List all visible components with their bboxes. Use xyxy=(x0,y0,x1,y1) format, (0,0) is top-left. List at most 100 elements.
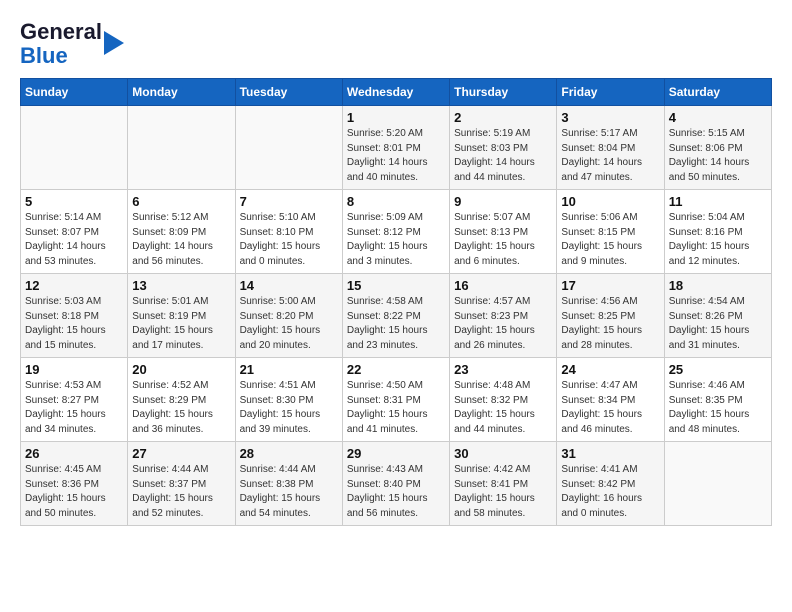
calendar-cell: 27 Sunrise: 4:44 AM Sunset: 8:37 PM Dayli… xyxy=(128,442,235,526)
calendar-header-row: SundayMondayTuesdayWednesdayThursdayFrid… xyxy=(21,79,772,106)
day-number: 4 xyxy=(669,110,767,125)
calendar-cell: 13 Sunrise: 5:01 AM Sunset: 8:19 PM Dayli… xyxy=(128,274,235,358)
calendar-cell: 18 Sunrise: 4:54 AM Sunset: 8:26 PM Dayli… xyxy=(664,274,771,358)
day-number: 12 xyxy=(25,278,123,293)
calendar-cell: 4 Sunrise: 5:15 AM Sunset: 8:06 PM Daylig… xyxy=(664,106,771,190)
calendar-cell: 6 Sunrise: 5:12 AM Sunset: 8:09 PM Daylig… xyxy=(128,190,235,274)
day-info: Sunrise: 5:20 AM Sunset: 8:01 PM Dayligh… xyxy=(347,127,445,185)
calendar-cell: 20 Sunrise: 4:52 AM Sunset: 8:29 PM Dayli… xyxy=(128,358,235,442)
day-header-wednesday: Wednesday xyxy=(342,79,449,106)
day-number: 5 xyxy=(25,194,123,209)
calendar-body: 1 Sunrise: 5:20 AM Sunset: 8:01 PM Daylig… xyxy=(21,106,772,526)
day-info: Sunrise: 4:43 AM Sunset: 8:40 PM Dayligh… xyxy=(347,463,445,521)
day-info: Sunrise: 5:07 AM Sunset: 8:13 PM Dayligh… xyxy=(454,211,552,269)
day-header-saturday: Saturday xyxy=(664,79,771,106)
day-info: Sunrise: 5:06 AM Sunset: 8:15 PM Dayligh… xyxy=(561,211,659,269)
day-number: 9 xyxy=(454,194,552,209)
day-number: 8 xyxy=(347,194,445,209)
day-info: Sunrise: 5:04 AM Sunset: 8:16 PM Dayligh… xyxy=(669,211,767,269)
day-number: 10 xyxy=(561,194,659,209)
calendar-cell: 25Sunrise: 4:46 AM Sunset: 8:35 PM Dayli… xyxy=(664,358,771,442)
calendar-week-3: 12 Sunrise: 5:03 AM Sunset: 8:18 PM Dayli… xyxy=(21,274,772,358)
calendar-cell: 7Sunrise: 5:10 AM Sunset: 8:10 PM Daylig… xyxy=(235,190,342,274)
calendar-cell xyxy=(21,106,128,190)
calendar-cell: 22Sunrise: 4:50 AM Sunset: 8:31 PM Dayli… xyxy=(342,358,449,442)
calendar-cell: 1 Sunrise: 5:20 AM Sunset: 8:01 PM Daylig… xyxy=(342,106,449,190)
day-number: 16 xyxy=(454,278,552,293)
calendar-cell: 30 Sunrise: 4:42 AM Sunset: 8:41 PM Dayli… xyxy=(450,442,557,526)
day-number: 15 xyxy=(347,278,445,293)
day-info: Sunrise: 4:44 AM Sunset: 8:38 PM Dayligh… xyxy=(240,463,338,521)
calendar-cell: 31 Sunrise: 4:41 AM Sunset: 8:42 PM Dayli… xyxy=(557,442,664,526)
day-number: 1 xyxy=(347,110,445,125)
calendar-cell: 28Sunrise: 4:44 AM Sunset: 8:38 PM Dayli… xyxy=(235,442,342,526)
page-header: General Blue xyxy=(20,20,772,68)
day-number: 21 xyxy=(240,362,338,377)
day-number: 2 xyxy=(454,110,552,125)
day-info: Sunrise: 5:09 AM Sunset: 8:12 PM Dayligh… xyxy=(347,211,445,269)
calendar-cell: 5 Sunrise: 5:14 AM Sunset: 8:07 PM Daylig… xyxy=(21,190,128,274)
logo-general: General xyxy=(20,19,102,44)
day-info: Sunrise: 5:03 AM Sunset: 8:18 PM Dayligh… xyxy=(25,295,123,353)
day-number: 30 xyxy=(454,446,552,461)
day-info: Sunrise: 4:47 AM Sunset: 8:34 PM Dayligh… xyxy=(561,379,659,437)
calendar-cell: 24Sunrise: 4:47 AM Sunset: 8:34 PM Dayli… xyxy=(557,358,664,442)
day-info: Sunrise: 4:44 AM Sunset: 8:37 PM Dayligh… xyxy=(132,463,230,521)
calendar-table: SundayMondayTuesdayWednesdayThursdayFrid… xyxy=(20,78,772,526)
day-info: Sunrise: 5:14 AM Sunset: 8:07 PM Dayligh… xyxy=(25,211,123,269)
logo-arrow-icon xyxy=(104,31,124,55)
day-number: 11 xyxy=(669,194,767,209)
calendar-cell: 17 Sunrise: 4:56 AM Sunset: 8:25 PM Dayli… xyxy=(557,274,664,358)
calendar-cell: 8 Sunrise: 5:09 AM Sunset: 8:12 PM Daylig… xyxy=(342,190,449,274)
calendar-week-4: 19 Sunrise: 4:53 AM Sunset: 8:27 PM Dayli… xyxy=(21,358,772,442)
calendar-cell xyxy=(664,442,771,526)
day-info: Sunrise: 5:01 AM Sunset: 8:19 PM Dayligh… xyxy=(132,295,230,353)
day-number: 27 xyxy=(132,446,230,461)
day-number: 7 xyxy=(240,194,338,209)
day-info: Sunrise: 5:15 AM Sunset: 8:06 PM Dayligh… xyxy=(669,127,767,185)
day-info: Sunrise: 4:53 AM Sunset: 8:27 PM Dayligh… xyxy=(25,379,123,437)
day-number: 26 xyxy=(25,446,123,461)
logo: General Blue xyxy=(20,20,124,68)
day-number: 3 xyxy=(561,110,659,125)
day-header-tuesday: Tuesday xyxy=(235,79,342,106)
day-number: 14 xyxy=(240,278,338,293)
day-number: 13 xyxy=(132,278,230,293)
day-info: Sunrise: 4:41 AM Sunset: 8:42 PM Dayligh… xyxy=(561,463,659,521)
calendar-cell: 14 Sunrise: 5:00 AM Sunset: 8:20 PM Dayli… xyxy=(235,274,342,358)
day-number: 22 xyxy=(347,362,445,377)
calendar-cell: 23Sunrise: 4:48 AM Sunset: 8:32 PM Dayli… xyxy=(450,358,557,442)
logo-blue: Blue xyxy=(20,43,68,68)
day-info: Sunrise: 4:57 AM Sunset: 8:23 PM Dayligh… xyxy=(454,295,552,353)
calendar-cell: 19 Sunrise: 4:53 AM Sunset: 8:27 PM Dayli… xyxy=(21,358,128,442)
day-info: Sunrise: 4:56 AM Sunset: 8:25 PM Dayligh… xyxy=(561,295,659,353)
calendar-cell: 10 Sunrise: 5:06 AM Sunset: 8:15 PM Dayli… xyxy=(557,190,664,274)
day-number: 17 xyxy=(561,278,659,293)
day-header-thursday: Thursday xyxy=(450,79,557,106)
calendar-cell: 15Sunrise: 4:58 AM Sunset: 8:22 PM Dayli… xyxy=(342,274,449,358)
calendar-cell: 29Sunrise: 4:43 AM Sunset: 8:40 PM Dayli… xyxy=(342,442,449,526)
day-number: 31 xyxy=(561,446,659,461)
day-info: Sunrise: 5:12 AM Sunset: 8:09 PM Dayligh… xyxy=(132,211,230,269)
day-info: Sunrise: 4:42 AM Sunset: 8:41 PM Dayligh… xyxy=(454,463,552,521)
day-info: Sunrise: 4:51 AM Sunset: 8:30 PM Dayligh… xyxy=(240,379,338,437)
day-number: 6 xyxy=(132,194,230,209)
day-info: Sunrise: 4:45 AM Sunset: 8:36 PM Dayligh… xyxy=(25,463,123,521)
calendar-cell: 16 Sunrise: 4:57 AM Sunset: 8:23 PM Dayli… xyxy=(450,274,557,358)
calendar-cell xyxy=(235,106,342,190)
calendar-cell xyxy=(128,106,235,190)
day-header-sunday: Sunday xyxy=(21,79,128,106)
day-number: 23 xyxy=(454,362,552,377)
day-header-friday: Friday xyxy=(557,79,664,106)
calendar-cell: 12 Sunrise: 5:03 AM Sunset: 8:18 PM Dayli… xyxy=(21,274,128,358)
day-info: Sunrise: 4:54 AM Sunset: 8:26 PM Dayligh… xyxy=(669,295,767,353)
calendar-cell: 11 Sunrise: 5:04 AM Sunset: 8:16 PM Dayli… xyxy=(664,190,771,274)
day-info: Sunrise: 4:52 AM Sunset: 8:29 PM Dayligh… xyxy=(132,379,230,437)
day-number: 19 xyxy=(25,362,123,377)
day-info: Sunrise: 5:19 AM Sunset: 8:03 PM Dayligh… xyxy=(454,127,552,185)
day-info: Sunrise: 5:00 AM Sunset: 8:20 PM Dayligh… xyxy=(240,295,338,353)
calendar-cell: 3Sunrise: 5:17 AM Sunset: 8:04 PM Daylig… xyxy=(557,106,664,190)
day-number: 18 xyxy=(669,278,767,293)
day-number: 20 xyxy=(132,362,230,377)
calendar-cell: 9 Sunrise: 5:07 AM Sunset: 8:13 PM Daylig… xyxy=(450,190,557,274)
